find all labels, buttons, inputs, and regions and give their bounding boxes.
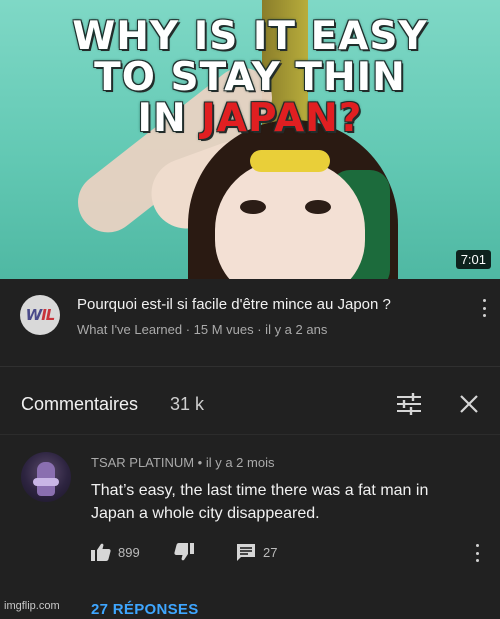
video-title[interactable]: Pourquoi est-il si facile d'être mince a…	[77, 296, 462, 313]
tune-icon[interactable]	[396, 392, 422, 416]
like-button[interactable]: 899	[91, 543, 140, 561]
channel-avatar-logo: WIL	[25, 306, 56, 324]
video-info-row: WIL Pourquoi est-il si facile d'être min…	[0, 279, 500, 366]
comments-count: 31 k	[170, 394, 205, 414]
comments-title: Commentaires	[21, 394, 139, 414]
reply-button[interactable]: 27	[236, 543, 277, 562]
channel-avatar-letter-w: W	[25, 306, 43, 324]
thumbnail-cup	[250, 150, 330, 172]
thumbnail-eye-left	[240, 200, 266, 214]
commenter-avatar[interactable]	[21, 452, 71, 502]
thumb-up-icon	[91, 543, 111, 561]
view-replies-link[interactable]: 27 RÉPONSES	[91, 601, 199, 618]
headline-line-3: IN JAPAN?	[0, 98, 500, 139]
headline-line-3-prefix: IN	[137, 96, 202, 141]
thumbnail-headline: WHY IS IT EASY TO STAY THIN IN JAPAN?	[0, 16, 500, 139]
video-meta: What I've Learned · 15 M vues · il y a 2…	[77, 322, 328, 337]
avatar-figure-detail	[33, 478, 59, 486]
thumbnail-face	[215, 160, 365, 279]
thumbnail-eye-right	[305, 200, 331, 214]
comment-icon	[237, 544, 255, 561]
video-duration-badge: 7:01	[455, 250, 491, 269]
comment-author-line[interactable]: TSAR PLATINUM • il y a 2 mois	[91, 455, 274, 470]
channel-avatar-letters-il: IL	[41, 306, 55, 324]
comment-item: TSAR PLATINUM • il y a 2 mois That’s eas…	[0, 434, 500, 619]
comment-text: That’s easy, the last time there was a f…	[91, 482, 429, 522]
channel-avatar[interactable]: WIL	[20, 295, 60, 335]
video-thumbnail[interactable]: WHY IS IT EASY TO STAY THIN IN JAPAN? 7:…	[0, 0, 500, 279]
close-icon[interactable]	[458, 393, 480, 415]
imgflip-watermark: imgflip.com	[4, 600, 60, 612]
more-vert-icon[interactable]	[482, 299, 486, 317]
headline-line-1: WHY IS IT EASY	[72, 14, 428, 59]
thumb-down-icon	[174, 543, 194, 561]
headline-line-3-highlight: JAPAN?	[201, 96, 363, 141]
comments-header: Commentaires 31 k	[0, 366, 500, 435]
reply-count: 27	[263, 545, 278, 560]
dislike-button[interactable]	[174, 543, 194, 561]
comment-more-vert-icon[interactable]	[475, 544, 479, 562]
like-count: 899	[118, 544, 140, 560]
headline-line-2: TO STAY THIN	[94, 55, 406, 100]
